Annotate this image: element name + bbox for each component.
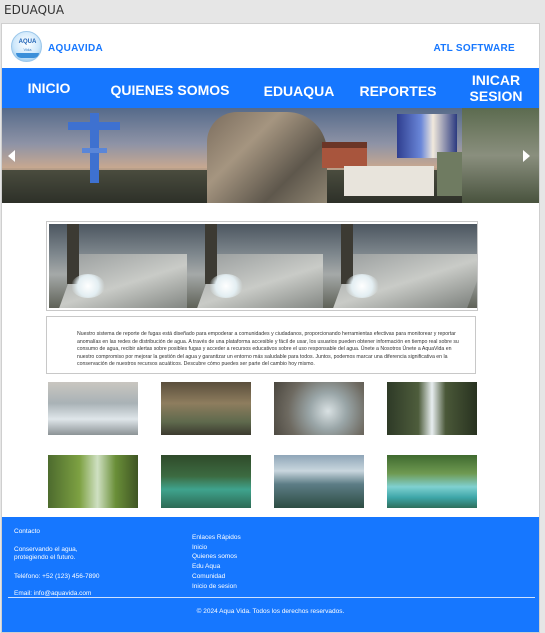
nav-item-reportes[interactable]: REPORTES	[354, 83, 442, 99]
footer-link-comunidad[interactable]: Comunidad	[192, 572, 225, 581]
water-splash	[209, 274, 243, 298]
turquoise-river-photo[interactable]	[161, 455, 251, 508]
window-titlebar: EDUAQUA	[0, 0, 545, 22]
footer-link-quienes-somos[interactable]: Quienes somos	[192, 552, 237, 561]
main-nav: INICIO QUIENES SOMOS EDUAQUA REPORTES IN…	[2, 68, 539, 108]
logo-wave-icon	[16, 53, 39, 58]
logo-subtext: Vida	[23, 47, 32, 52]
leak-photo	[323, 224, 477, 308]
footer-link-inicio-sesion[interactable]: Inicio de sesion	[192, 582, 237, 591]
rain-umbrella-photo[interactable]	[161, 382, 251, 435]
page-frame: AQUA Vida AQUAVIDA ATL SOFTWARE INICIO Q…	[1, 23, 540, 633]
footer-divider	[8, 597, 535, 598]
window-title: EDUAQUA	[4, 3, 65, 17]
footer-phone: Teléfono: +52 (123) 456-7890	[14, 573, 100, 580]
forest-waterfall-photo[interactable]	[48, 455, 138, 508]
cascade-pools-photo[interactable]	[387, 455, 477, 508]
nav-item-iniciar-sesion[interactable]: INICAR SESION	[462, 72, 530, 104]
hands-water-photo[interactable]	[274, 382, 364, 435]
pipe	[341, 224, 353, 284]
large-waterfall-photo[interactable]	[274, 455, 364, 508]
cross-monument-base	[82, 148, 107, 153]
footer-slogan-line2: protegiendo el futuro.	[14, 554, 76, 561]
chevron-right-icon[interactable]	[523, 150, 530, 162]
water-splash	[345, 274, 379, 298]
stone-ruins	[207, 112, 327, 203]
pipe	[205, 224, 217, 284]
footer-links-heading: Enlaces Rápidos	[192, 534, 241, 541]
logo-text: AQUA	[18, 39, 37, 45]
fountain-splash-photo[interactable]	[48, 382, 138, 435]
cross-monument-arm	[68, 122, 120, 130]
water-splash	[71, 274, 105, 298]
about-text: Nuestro sistema de reporte de fugas está…	[77, 331, 459, 367]
brand-name[interactable]: AQUAVIDA	[48, 43, 103, 54]
pipe	[67, 224, 79, 284]
footer-copyright: © 2024 Aqua Vida. Todos los derechos res…	[196, 608, 345, 615]
footer-link-edu-aqua[interactable]: Edu Aqua	[192, 562, 220, 571]
white-building	[344, 166, 434, 196]
leak-photo	[49, 224, 203, 308]
site-header: AQUA Vida AQUAVIDA ATL SOFTWARE	[2, 24, 539, 68]
about-textbox: Nuestro sistema de reporte de fugas está…	[46, 316, 476, 374]
nav-item-eduaqua[interactable]: EDUAQUA	[257, 83, 341, 99]
footer-contact-heading: Contacto	[14, 528, 41, 535]
waterfall-photo[interactable]	[387, 382, 477, 435]
hero-carousel[interactable]	[2, 108, 539, 203]
footer-link-inicio[interactable]: Inicio	[192, 543, 207, 552]
nav-item-quienes-somos[interactable]: QUIENES SOMOS	[102, 82, 238, 98]
red-house	[322, 142, 367, 168]
company-name: ATL SOFTWARE	[433, 43, 515, 54]
site-footer: Contacto Conservando el agua, protegiend…	[2, 517, 539, 632]
nav-item-inicio[interactable]: INICIO	[20, 80, 78, 96]
chevron-left-icon[interactable]	[8, 150, 15, 162]
aquavida-logo[interactable]: AQUA Vida	[11, 31, 42, 62]
leak-image-strip	[46, 221, 478, 311]
leak-photo	[187, 224, 341, 308]
